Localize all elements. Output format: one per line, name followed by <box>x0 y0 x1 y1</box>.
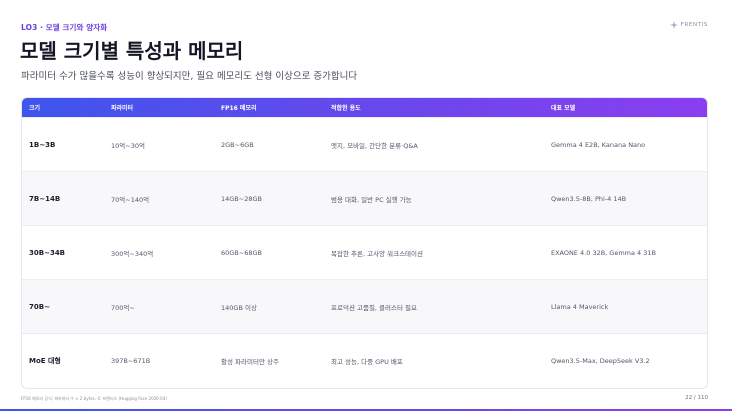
cell-memory: 활성 파라미터만 상주 <box>221 357 279 366</box>
col-header-models: 대표 모델 <box>551 105 576 112</box>
brand-sparkle-icon <box>669 21 678 29</box>
cell-use: 최고 성능, 다중 GPU 배포 <box>331 357 403 366</box>
cell-models: Gemma 4 E2B, Kanana Nano <box>551 140 646 149</box>
cell-size: 70B~ <box>29 302 50 311</box>
table-row: 30B~34B 300억~340억 60GB~68GB 복잡한 추론, 고사양 … <box>22 225 707 279</box>
cell-use: 범용 대화, 일반 PC 실행 가능 <box>331 195 412 204</box>
cell-params: 700억~ <box>111 303 135 312</box>
brand-name: FRENTIS <box>680 22 708 28</box>
cell-memory: 2GB~6GB <box>221 140 254 149</box>
cell-size: MoE 대형 <box>29 356 61 365</box>
table-row: MoE 대형 397B~671B 활성 파라미터만 상주 최고 성능, 다중 G… <box>22 333 707 387</box>
cell-use: 프로덕션 고품질, 클러스터 필요 <box>331 303 418 312</box>
table-header-row: 크기 파라미터 FP16 메모리 적합한 용도 대표 모델 <box>22 98 707 117</box>
cell-size: 1B~3B <box>29 140 56 149</box>
cell-params: 300억~340억 <box>111 249 154 258</box>
page-subtitle: 파라미터 수가 많을수록 성능이 향상되지만, 필요 메모리도 선형 이상으로 … <box>21 71 358 82</box>
cell-models: Qwen3.5-Max, DeepSeek V3.2 <box>551 356 650 365</box>
slide: LO3 · 모델 크기와 양자화 FRENTIS 모델 크기별 특성과 메모리 … <box>0 0 732 411</box>
cell-use: 엣지, 모바일, 간단한 분류·Q&A <box>331 141 418 150</box>
page-number: 22 / 110 <box>685 395 708 401</box>
cell-memory: 140GB 이상 <box>221 303 257 312</box>
col-header-use: 적합한 용도 <box>331 105 361 112</box>
brand-logo: FRENTIS <box>669 21 708 29</box>
cell-size: 7B~14B <box>29 194 61 203</box>
cell-size: 30B~34B <box>29 248 66 257</box>
cell-memory: 60GB~68GB <box>221 248 262 257</box>
table-row: 1B~3B 10억~30억 2GB~6GB 엣지, 모바일, 간단한 분류·Q&… <box>22 117 707 171</box>
table-row: 70B~ 700억~ 140GB 이상 프로덕션 고품질, 클러스터 필요 Ll… <box>22 279 707 333</box>
cell-params: 70억~140억 <box>111 195 150 204</box>
cell-params: 10억~30억 <box>111 141 145 150</box>
col-header-params: 파라미터 <box>111 105 134 112</box>
col-header-memory: FP16 메모리 <box>221 105 257 112</box>
page-title: 모델 크기별 특성과 메모리 <box>20 39 244 63</box>
cell-use: 복잡한 추론, 고사양 워크스테이션 <box>331 249 423 258</box>
cell-models: EXAONE 4.0 32B, Gemma 4 31B <box>551 248 656 257</box>
footer-source-note: FP16 메모리 공식: 파라미터 수 × 2 bytes. © 프렌티스 (H… <box>21 396 167 401</box>
section-eyebrow: LO3 · 모델 크기와 양자화 <box>21 23 108 32</box>
cell-models: Qwen3.5-8B, Phi-4 14B <box>551 194 627 203</box>
col-header-size: 크기 <box>29 105 41 112</box>
table-row: 7B~14B 70억~140억 14GB~28GB 범용 대화, 일반 PC 실… <box>22 171 707 225</box>
model-size-table: 크기 파라미터 FP16 메모리 적합한 용도 대표 모델 1B~3B 10억~… <box>21 97 708 389</box>
cell-params: 397B~671B <box>111 356 151 365</box>
cell-memory: 14GB~28GB <box>221 194 262 203</box>
cell-models: Llama 4 Maverick <box>551 302 609 311</box>
